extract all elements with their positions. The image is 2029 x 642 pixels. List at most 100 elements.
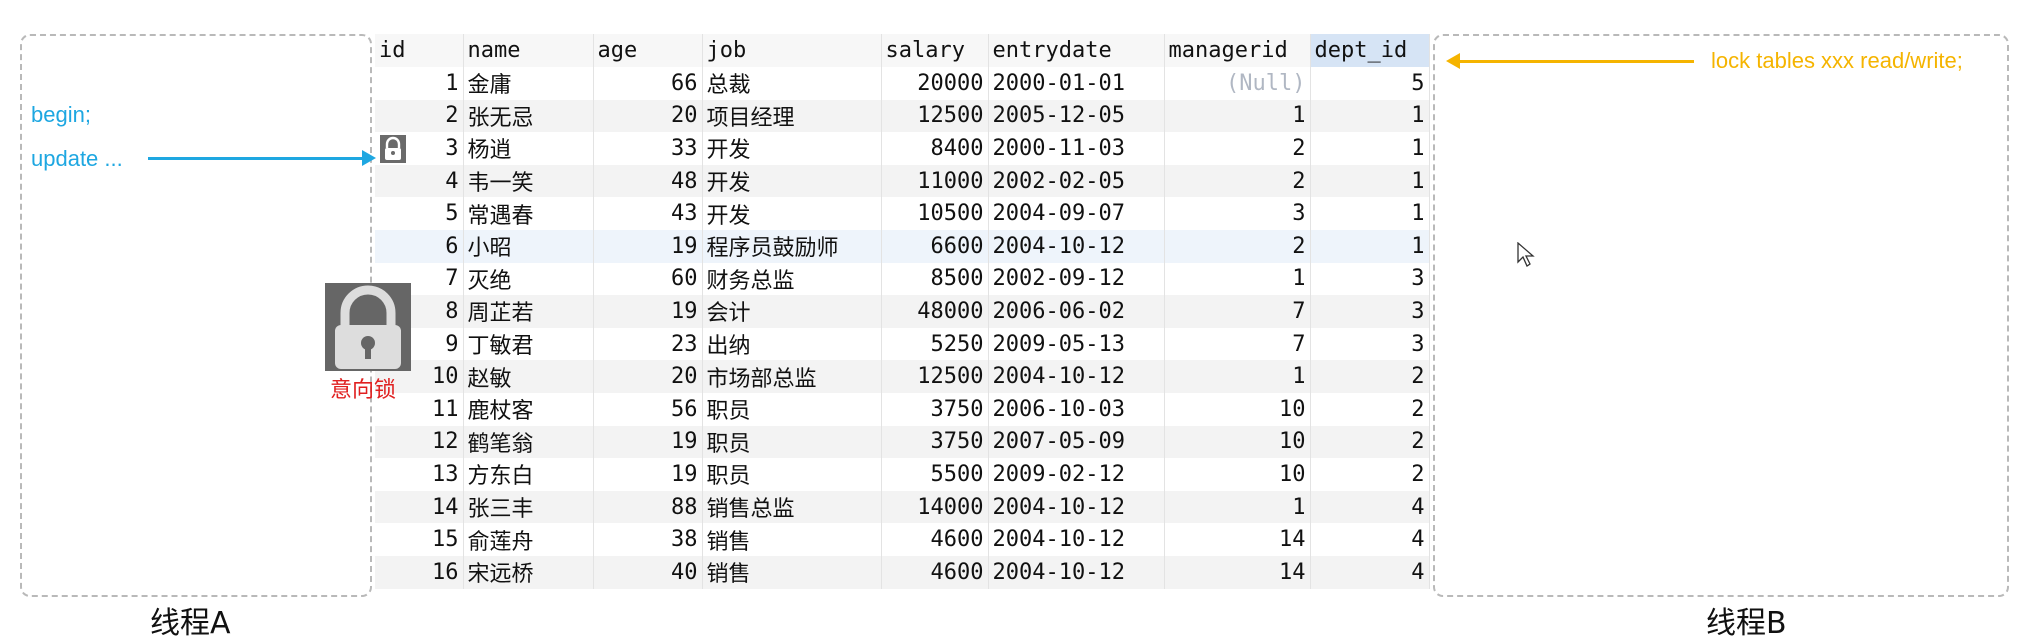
table-cell[interactable]: 16: [375, 555, 464, 589]
table-cell[interactable]: 2002-02-05: [988, 164, 1165, 198]
table-cell[interactable]: 14: [1164, 523, 1311, 556]
column-header-selected[interactable]: dept_id: [1310, 34, 1430, 67]
table-cell[interactable]: 2004-09-07: [988, 197, 1165, 230]
table-row[interactable]: 12 鹤笔翁 19 职员 3750 2007-05-09 10 2: [375, 425, 1430, 459]
table-cell[interactable]: 开发: [702, 197, 882, 230]
table-cell[interactable]: 项目经理: [702, 99, 882, 133]
table-cell[interactable]: 2006-10-03: [988, 392, 1165, 426]
table-cell[interactable]: 7: [1164, 295, 1311, 328]
table-cell[interactable]: 20: [593, 360, 703, 393]
table-cell[interactable]: 6600: [881, 229, 989, 263]
table-cell[interactable]: 7: [1164, 327, 1311, 361]
table-cell[interactable]: 3750: [881, 392, 989, 426]
table-cell[interactable]: 2000-01-01: [988, 67, 1165, 100]
table-cell[interactable]: 3750: [881, 425, 989, 459]
table-cell[interactable]: 11000: [881, 164, 989, 198]
table-cell[interactable]: 2004-10-12: [988, 490, 1165, 524]
table-row[interactable]: 8 周芷若 19 会计 48000 2006-06-02 7 3: [375, 295, 1430, 328]
table-cell[interactable]: 5500: [881, 458, 989, 491]
table-cell[interactable]: 2009-02-12: [988, 458, 1165, 491]
table-cell[interactable]: 张无忌: [463, 99, 594, 133]
column-header[interactable]: job: [702, 34, 882, 67]
column-header[interactable]: id: [375, 34, 464, 67]
table-cell[interactable]: 40: [593, 555, 703, 589]
table-cell[interactable]: 2: [1164, 164, 1311, 198]
table-cell[interactable]: 2004-10-12: [988, 360, 1165, 393]
table-cell[interactable]: 1: [1310, 197, 1430, 230]
table-row[interactable]: 7 灭绝 60 财务总监 8500 2002-09-12 1 3: [375, 262, 1430, 296]
table-cell[interactable]: 2004-10-12: [988, 523, 1165, 556]
table-cell[interactable]: 周芷若: [463, 295, 594, 328]
table-cell[interactable]: 4: [1310, 490, 1430, 524]
table-cell[interactable]: 金庸: [463, 67, 594, 100]
table-cell[interactable]: 总裁: [702, 67, 882, 100]
table-row[interactable]: 9 丁敏君 23 出纳 5250 2009-05-13 7 3: [375, 327, 1430, 361]
table-cell[interactable]: 2: [375, 99, 464, 133]
table-cell[interactable]: 5250: [881, 327, 989, 361]
table-cell[interactable]: 鹤笔翁: [463, 425, 594, 459]
table-cell[interactable]: 2: [1310, 392, 1430, 426]
table-cell[interactable]: 市场部总监: [702, 360, 882, 393]
table-cell[interactable]: 88: [593, 490, 703, 524]
table-cell[interactable]: 财务总监: [702, 262, 882, 296]
table-cell[interactable]: 5: [375, 197, 464, 230]
table-cell[interactable]: 14000: [881, 490, 989, 524]
table-cell[interactable]: 销售: [702, 555, 882, 589]
table-cell[interactable]: 4: [1310, 523, 1430, 556]
table-cell[interactable]: 张三丰: [463, 490, 594, 524]
table-cell[interactable]: 2002-09-12: [988, 262, 1165, 296]
table-cell[interactable]: 韦一笑: [463, 164, 594, 198]
table-cell[interactable]: 4: [1310, 555, 1430, 589]
table-cell[interactable]: 2000-11-03: [988, 132, 1165, 165]
table-cell[interactable]: 4600: [881, 555, 989, 589]
table-cell[interactable]: 2: [1310, 458, 1430, 491]
table-cell[interactable]: 60: [593, 262, 703, 296]
table-cell[interactable]: 4600: [881, 523, 989, 556]
table-cell[interactable]: 开发: [702, 132, 882, 165]
table-cell[interactable]: 2009-05-13: [988, 327, 1165, 361]
table-cell[interactable]: 1: [1310, 132, 1430, 165]
table-cell[interactable]: 1: [1164, 360, 1311, 393]
table-cell[interactable]: 销售总监: [702, 490, 882, 524]
table-cell[interactable]: 1: [1310, 99, 1430, 133]
table-row[interactable]: 2 张无忌 20 项目经理 12500 2005-12-05 1 1: [375, 99, 1430, 133]
table-cell[interactable]: 出纳: [702, 327, 882, 361]
table-cell[interactable]: 38: [593, 523, 703, 556]
table-cell[interactable]: 2007-05-09: [988, 425, 1165, 459]
table-cell[interactable]: 56: [593, 392, 703, 426]
table-cell[interactable]: 职员: [702, 458, 882, 491]
table-cell[interactable]: 1: [1310, 229, 1430, 263]
table-row[interactable]: 10 赵敏 20 市场部总监 12500 2004-10-12 1 2: [375, 360, 1430, 393]
table-cell[interactable]: 常遇春: [463, 197, 594, 230]
table-cell[interactable]: 会计: [702, 295, 882, 328]
table-cell[interactable]: 8500: [881, 262, 989, 296]
table-cell[interactable]: 19: [593, 229, 703, 263]
table-cell[interactable]: 2006-06-02: [988, 295, 1165, 328]
table-cell[interactable]: 俞莲舟: [463, 523, 594, 556]
table-cell[interactable]: 10: [1164, 425, 1311, 459]
table-cell[interactable]: 3: [1164, 197, 1311, 230]
table-cell[interactable]: 1: [1164, 490, 1311, 524]
table-cell[interactable]: 5: [1310, 67, 1430, 100]
table-cell[interactable]: 小昭: [463, 229, 594, 263]
table-row[interactable]: 6 小昭 19 程序员鼓励师 6600 2004-10-12 2 1: [375, 229, 1430, 263]
table-row[interactable]: 5 常遇春 43 开发 10500 2004-09-07 3 1: [375, 197, 1430, 230]
table-cell[interactable]: 赵敏: [463, 360, 594, 393]
table-cell[interactable]: 鹿杖客: [463, 392, 594, 426]
table-cell[interactable]: 23: [593, 327, 703, 361]
table-cell[interactable]: 灭绝: [463, 262, 594, 296]
table-cell[interactable]: 1: [1310, 164, 1430, 198]
column-header[interactable]: entrydate: [988, 34, 1165, 67]
column-header[interactable]: salary: [881, 34, 989, 67]
table-cell[interactable]: 10500: [881, 197, 989, 230]
table-cell[interactable]: 12500: [881, 99, 989, 133]
table-cell[interactable]: 10: [1164, 458, 1311, 491]
table-cell[interactable]: 3: [1310, 295, 1430, 328]
table-cell[interactable]: 48: [593, 164, 703, 198]
table-cell[interactable]: 职员: [702, 392, 882, 426]
table-cell[interactable]: 6: [375, 229, 464, 263]
column-header[interactable]: age: [593, 34, 703, 67]
table-cell[interactable]: 15: [375, 523, 464, 556]
table-cell[interactable]: 2004-10-12: [988, 555, 1165, 589]
table-cell[interactable]: 2: [1164, 132, 1311, 165]
